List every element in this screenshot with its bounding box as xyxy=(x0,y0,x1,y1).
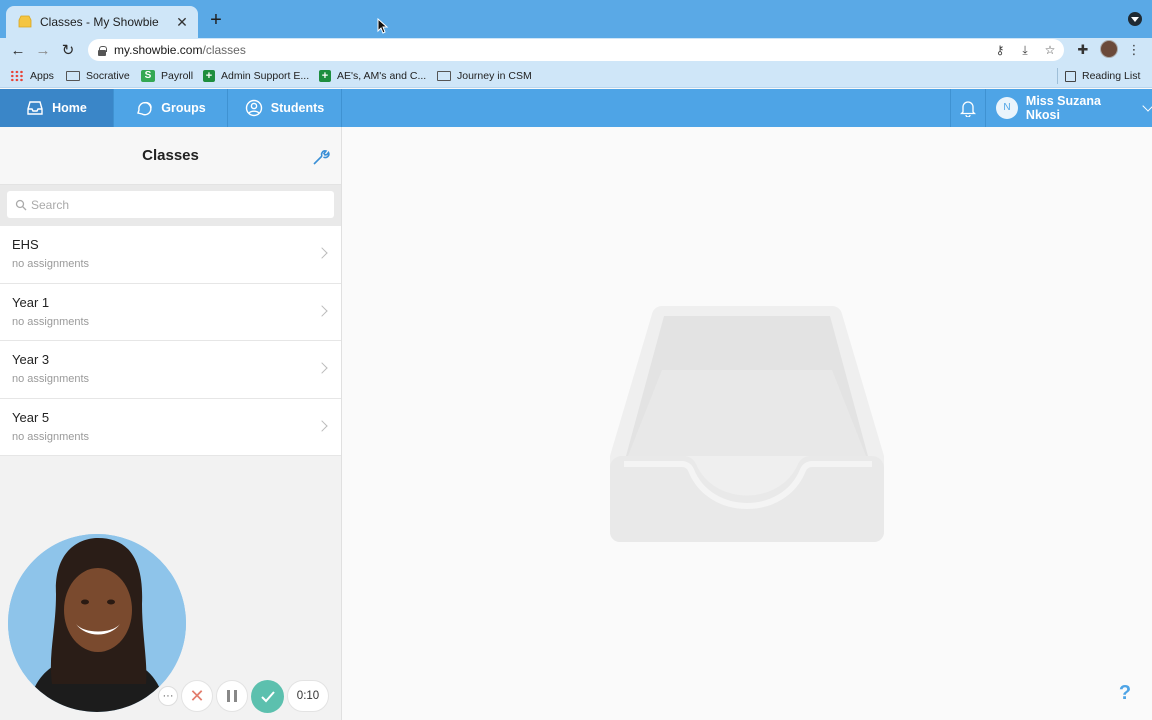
install-app-icon[interactable]: ⤓ xyxy=(1018,43,1032,57)
chevron-down-icon xyxy=(1142,100,1152,112)
bookmark-socrative[interactable]: Socrative xyxy=(66,68,130,84)
nav-home[interactable]: Home xyxy=(0,89,114,127)
bookmark-aes-ams[interactable]: + AE's, AM's and C... xyxy=(319,68,426,84)
profile-avatar[interactable] xyxy=(1100,40,1118,58)
mouse-cursor-icon xyxy=(377,18,389,34)
webcam-bubble[interactable] xyxy=(8,534,186,712)
class-row-ehs[interactable]: EHS no assignments xyxy=(0,226,341,284)
lock-icon xyxy=(98,45,107,56)
class-row-year-5[interactable]: Year 5 no assignments xyxy=(0,398,341,456)
nav-students[interactable]: Students xyxy=(228,89,342,127)
reading-list-icon xyxy=(1065,70,1076,82)
sidebar-header: Classes xyxy=(0,127,341,185)
bookmark-journey-in-csm[interactable]: Journey in CSM xyxy=(437,68,532,84)
person-icon xyxy=(245,99,263,117)
browser-tab-strip: Classes - My Showbie ✕ + xyxy=(0,0,1152,38)
reading-list-button[interactable]: Reading List xyxy=(1065,68,1140,84)
tab-title: Classes - My Showbie xyxy=(40,15,159,29)
key-icon[interactable]: ⚷ xyxy=(993,43,1007,57)
class-status: no assignments xyxy=(12,258,90,270)
chevron-right-icon xyxy=(316,362,328,374)
user-menu[interactable]: N Miss Suzana Nkosi xyxy=(988,89,1152,127)
recorder-timer: 0:10 xyxy=(287,680,329,712)
chevron-right-icon xyxy=(316,247,328,259)
sheets-s-icon: S xyxy=(141,70,155,82)
nav-groups[interactable]: Groups xyxy=(114,89,228,127)
user-avatar: N xyxy=(996,97,1018,119)
forward-icon[interactable]: → xyxy=(33,41,53,61)
app-header: Home Groups Students N Miss Suzana Nkosi xyxy=(0,89,1152,127)
star-bookmark-icon[interactable]: ☆ xyxy=(1043,43,1057,57)
close-tab-icon[interactable]: ✕ xyxy=(174,14,190,31)
class-status: no assignments xyxy=(12,373,90,385)
back-icon[interactable]: ← xyxy=(8,41,28,61)
showbie-favicon-icon xyxy=(18,15,32,29)
browser-menu-icon[interactable]: ⋮ xyxy=(1126,42,1142,58)
search-bar xyxy=(0,185,341,226)
search-box[interactable] xyxy=(7,191,334,218)
bookmark-payroll[interactable]: S Payroll xyxy=(141,68,193,84)
recorder-cancel-icon[interactable]: ✕ xyxy=(181,680,213,712)
class-name: Year 1 xyxy=(12,294,50,310)
search-input[interactable] xyxy=(31,197,321,212)
sidebar-title: Classes xyxy=(142,147,199,164)
class-status: no assignments xyxy=(12,315,90,328)
bookmarks-bar: Apps Socrative S Payroll + Admin Support… xyxy=(0,64,1152,88)
browser-tab[interactable]: Classes - My Showbie ✕ xyxy=(6,6,198,38)
class-name: EHS xyxy=(12,237,39,252)
folder-icon xyxy=(66,71,80,81)
main-content xyxy=(342,127,1152,720)
class-row-year-3[interactable]: Year 3 no assignments xyxy=(0,341,341,399)
user-name: Miss Suzana Nkosi xyxy=(1025,94,1101,122)
url-text: my.showbie.com/classes xyxy=(114,43,246,57)
reload-icon[interactable]: ↻ xyxy=(58,41,78,61)
recorder-done-check-icon[interactable] xyxy=(251,680,284,713)
wrench-settings-icon[interactable] xyxy=(311,147,331,167)
search-icon xyxy=(15,199,27,210)
bookmarks-divider xyxy=(1057,68,1058,84)
chevron-right-icon xyxy=(316,419,328,432)
extensions-puzzle-icon[interactable]: ✚ xyxy=(1075,42,1091,58)
tab-search-icon[interactable] xyxy=(1128,12,1142,26)
green-plus-icon: + xyxy=(319,70,331,82)
class-row-year-1[interactable]: Year 1 no assignments xyxy=(0,283,341,341)
bookmark-admin-support[interactable]: + Admin Support E... xyxy=(203,68,309,84)
class-status: no assignments xyxy=(12,430,90,443)
address-bar[interactable]: my.showbie.com/classes ⚷ ⤓ ☆ xyxy=(88,39,1064,61)
apps-grid-icon xyxy=(10,70,24,82)
empty-inbox-tray-icon xyxy=(610,306,884,542)
folder-icon xyxy=(437,71,451,81)
green-plus-icon: + xyxy=(203,70,215,82)
class-name: Year 3 xyxy=(12,352,50,367)
recorder-more-button[interactable]: ··· xyxy=(158,686,178,706)
chat-bubbles-icon xyxy=(135,99,153,117)
class-list: EHS no assignments Year 1 no assignments… xyxy=(0,226,341,456)
chevron-right-icon xyxy=(316,304,328,317)
new-tab-icon[interactable]: + xyxy=(206,10,226,30)
class-name: Year 5 xyxy=(12,409,50,425)
notifications-bell-icon[interactable] xyxy=(950,89,986,127)
inbox-icon xyxy=(26,99,44,117)
help-icon[interactable]: ? xyxy=(1116,682,1134,704)
recorder-pause-icon[interactable] xyxy=(216,680,248,712)
browser-toolbar: ← → ↻ my.showbie.com/classes ⚷ ⤓ ☆ ✚ ⋮ xyxy=(0,38,1152,64)
bookmark-apps[interactable]: Apps xyxy=(10,68,54,84)
